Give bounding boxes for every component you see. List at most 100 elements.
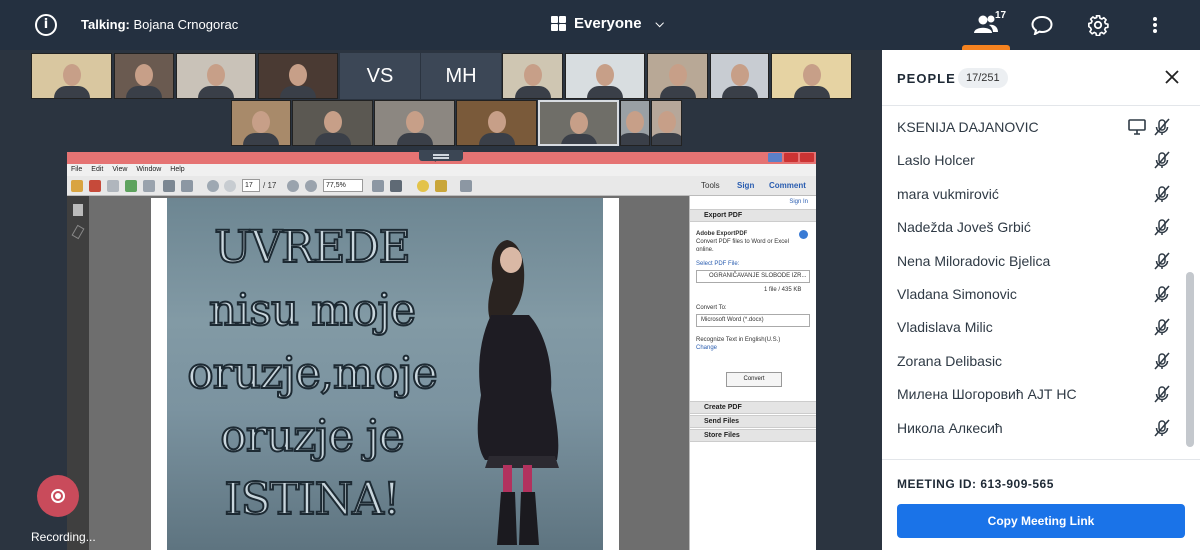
participant-row[interactable]: KSENIJA DAJANOVIC [882, 110, 1182, 143]
slide-text: UVREDE nisu moje oruzje,moje oruzje je ISTIN… [167, 216, 457, 531]
close-icon[interactable] [1164, 69, 1180, 85]
prev-page-icon [207, 180, 219, 192]
convert-to-label: Convert To: [696, 305, 727, 311]
copy-meeting-link-button[interactable]: Copy Meeting Link [897, 504, 1185, 538]
change-link: Change [696, 345, 718, 351]
participant-body [198, 86, 234, 98]
slide-text-line: oruzje,moje [186, 347, 439, 400]
participant-row[interactable]: Laslo Holcer [882, 143, 1182, 176]
participant-row[interactable]: Nena Miloradovic Bjelica [882, 244, 1182, 277]
participant-video-tile[interactable] [620, 100, 650, 146]
participant-video-tile[interactable] [565, 53, 645, 99]
recognize-text: Recognize Text in English(U.S.) [696, 337, 781, 343]
full-screen-icon [390, 180, 402, 192]
chevron-down-icon: ⌵ [655, 16, 664, 30]
slide-text-line: ISTINA! [223, 473, 401, 526]
participant-video-tile[interactable] [374, 100, 455, 146]
participant-body [396, 133, 433, 145]
participant-video-tile[interactable] [710, 53, 769, 99]
app-name: Adobe ExportPDF [696, 231, 748, 237]
recording-button[interactable] [37, 475, 79, 517]
participant-silhouette [668, 64, 687, 86]
participant-row[interactable]: mara vukmirović [882, 177, 1182, 210]
pdf-reader-window: Slajd ader FileEditViewWindowHelp 17 / 1… [67, 152, 816, 550]
participant-name: Zorana Delibasic [897, 352, 1003, 369]
participant-video-tile[interactable] [502, 53, 563, 99]
pdf-page: UVREDE nisu moje oruzje,moje oruzje je ISTIN… [151, 198, 619, 550]
participant-count-badge: 17 [995, 10, 1007, 21]
participant-row[interactable]: Никола Алкесић [882, 411, 1182, 444]
participant-body [793, 86, 830, 98]
participant-video-tile[interactable] [647, 53, 708, 99]
info-icon[interactable]: i [35, 14, 57, 36]
export-pdf-header: Export PDF [690, 209, 816, 222]
participant-body [721, 86, 758, 98]
send-files-section: Send Files [690, 415, 816, 428]
participant-tile-initials[interactable]: MH [421, 53, 501, 99]
participant-body [514, 86, 551, 98]
participant-video-tile[interactable] [771, 53, 852, 99]
participant-row[interactable]: Милена Шогоровић АЈТ НС [882, 377, 1182, 410]
participant-video-tile[interactable] [31, 53, 112, 99]
zoom-in-icon [305, 180, 317, 192]
participant-silhouette [62, 64, 81, 86]
more-vertical-icon[interactable] [1152, 16, 1158, 34]
participant-row[interactable]: Vladana Simonovic [882, 277, 1182, 310]
mic-muted-icon [1154, 318, 1170, 336]
participant-body [53, 86, 90, 98]
participant-video-tile[interactable] [292, 100, 373, 146]
comment-note-icon [417, 180, 429, 192]
sign-in-link: Sign In [789, 199, 808, 205]
video-strip: VS MH [0, 50, 882, 150]
participant-name: Vladislava Milic [897, 319, 993, 336]
participant-tile-initials[interactable]: VS [340, 53, 420, 99]
chat-icon[interactable] [1031, 15, 1053, 35]
slide-text-line: oruzje je [219, 410, 405, 463]
participant-video-tile[interactable] [231, 100, 291, 146]
participant-silhouette [252, 111, 270, 133]
share-toolbar-handle[interactable] [419, 150, 463, 161]
mic-muted-icon [1154, 252, 1170, 270]
participant-silhouette [657, 111, 676, 133]
participant-video-tile[interactable] [651, 100, 682, 146]
file-meta: 1 file / 435 KB [764, 287, 802, 293]
attachment-icon [71, 224, 85, 240]
participant-video-tile[interactable] [176, 53, 256, 99]
participant-row[interactable]: Zorana Delibasic [882, 344, 1182, 377]
zoom-out-icon [287, 180, 299, 192]
participant-silhouette [207, 64, 225, 86]
page-number-field: 17 [242, 179, 260, 192]
view-label: Everyone [574, 15, 642, 32]
participant-row[interactable]: Nadežda Joveš Grbić [882, 210, 1182, 243]
participant-body [560, 134, 597, 144]
participant-video-tile[interactable] [258, 53, 338, 99]
expand-icon [460, 180, 472, 192]
people-scrollbar[interactable] [1186, 272, 1194, 447]
mic-muted-icon [1154, 419, 1170, 437]
participant-row[interactable]: Vladislava Milic [882, 310, 1182, 343]
shared-screen: Slajd ader FileEditViewWindowHelp 17 / 1… [0, 150, 882, 550]
participant-name: Милена Шогоровић АЈТ НС [897, 386, 1077, 403]
mic-muted-icon [1154, 151, 1170, 169]
people-button[interactable]: 17 [962, 0, 1010, 50]
participant-body [280, 86, 316, 98]
screen-share-icon [1128, 119, 1146, 135]
participant-name: KSENIJA DAJANOVIC [897, 119, 1039, 135]
create-icon [89, 180, 101, 192]
sign-link: Sign [737, 181, 755, 190]
comment-link: Comment [769, 181, 806, 190]
view-selector[interactable]: Everyone ⌵ [551, 15, 664, 32]
talking-name: Bojana Crnogorac [133, 17, 239, 32]
participant-video-tile[interactable] [538, 100, 619, 146]
mic-muted-icon [1154, 218, 1170, 236]
open-icon [71, 180, 83, 192]
participant-video-tile[interactable] [114, 53, 174, 99]
save-icon [143, 180, 155, 192]
gear-icon[interactable] [1087, 14, 1109, 36]
participant-body [659, 86, 696, 98]
participant-silhouette [323, 111, 342, 133]
participant-silhouette [730, 64, 749, 86]
participant-video-tile[interactable] [456, 100, 537, 146]
email-icon [181, 180, 193, 192]
print-icon [163, 180, 175, 192]
